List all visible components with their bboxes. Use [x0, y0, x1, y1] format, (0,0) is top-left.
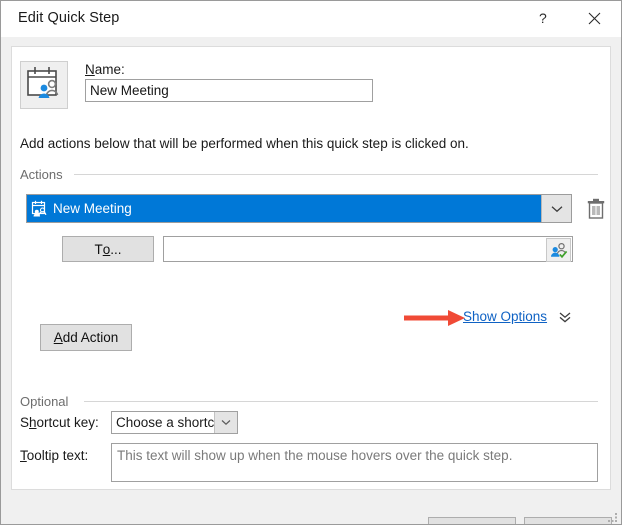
tooltip-text-input[interactable] [111, 443, 598, 482]
close-button[interactable] [571, 1, 617, 36]
page-title: Edit Quick Step [18, 10, 119, 26]
content-panel: Name: Add actions below that will be per… [11, 46, 611, 490]
action-label: New Meeting [53, 201, 132, 216]
edit-quick-step-dialog: Edit Quick Step ? [0, 0, 622, 525]
finish-button[interactable]: Finish [428, 517, 516, 525]
to-button[interactable]: To... [62, 236, 154, 262]
double-chevron-down-icon[interactable] [557, 309, 573, 325]
shortcut-key-value: Choose a shortcut [116, 415, 226, 430]
recipients-field[interactable] [163, 236, 573, 262]
action-combobox[interactable]: New Meeting [26, 194, 572, 223]
optional-group-divider [84, 401, 598, 402]
add-action-button[interactable]: Add Action [40, 324, 132, 351]
name-label: Name: [85, 62, 125, 77]
delete-action-button[interactable] [584, 195, 608, 222]
actions-group-label: Actions [20, 167, 63, 182]
trash-icon [587, 198, 605, 220]
check-names-icon [550, 242, 568, 259]
chevron-down-icon [221, 419, 231, 426]
chevron-down-icon [551, 205, 563, 213]
shortcut-key-label: Shortcut key: [20, 415, 99, 430]
calendar-people-icon [21, 62, 67, 108]
close-icon [588, 12, 601, 25]
actions-group-divider [74, 174, 598, 175]
red-arrow-icon [404, 309, 466, 327]
description-text: Add actions below that will be performed… [20, 136, 469, 151]
check-names-button[interactable] [546, 238, 571, 262]
help-button[interactable]: ? [521, 1, 567, 36]
question-mark-icon: ? [539, 11, 550, 26]
show-options-link[interactable]: Show Options [463, 309, 547, 324]
dialog-client-area: Name: Add actions below that will be per… [1, 37, 621, 525]
optional-group-label: Optional [20, 394, 68, 409]
resize-grip-icon[interactable] [606, 511, 618, 523]
tooltip-text-label: Tooltip text: [20, 448, 88, 463]
calendar-person-icon [31, 200, 49, 218]
svg-text:?: ? [539, 11, 547, 26]
title-bar: Edit Quick Step ? [1, 1, 622, 38]
action-dropdown-button[interactable] [541, 195, 571, 222]
shortcut-dropdown-button[interactable] [214, 412, 237, 433]
shortcut-key-combobox[interactable]: Choose a shortcut [111, 411, 238, 434]
cancel-button[interactable]: Cancel [524, 517, 612, 525]
name-input[interactable] [85, 79, 373, 102]
quick-step-icon-frame [20, 61, 68, 109]
